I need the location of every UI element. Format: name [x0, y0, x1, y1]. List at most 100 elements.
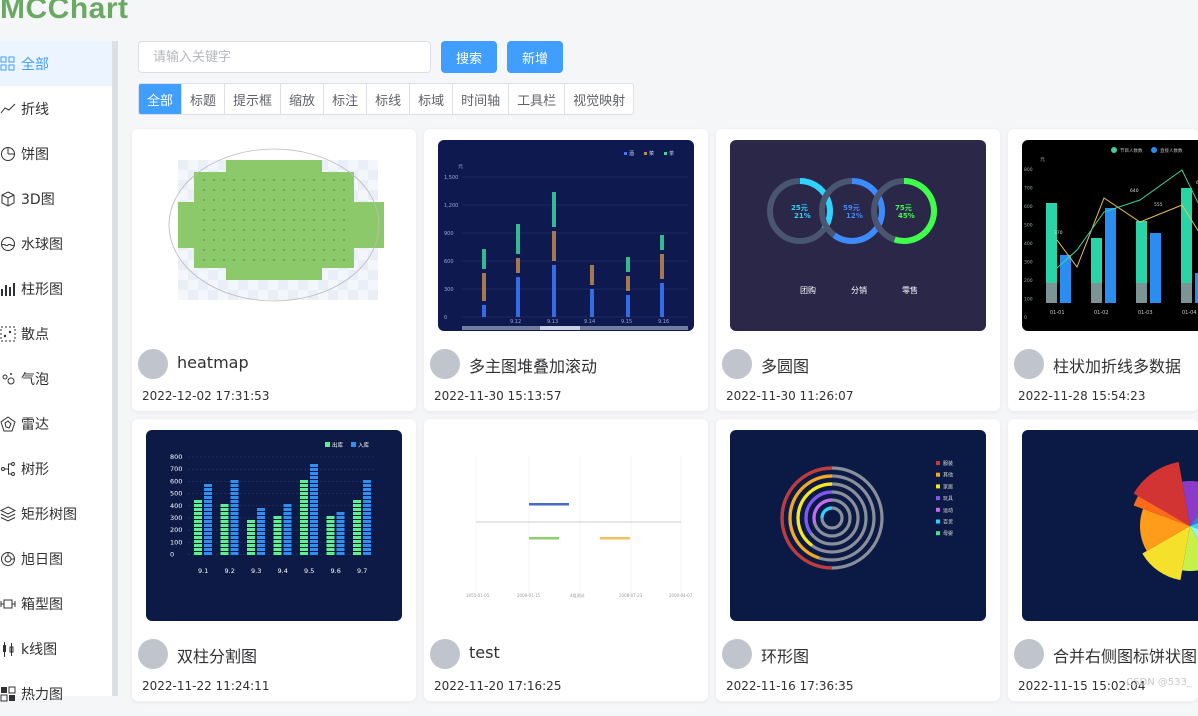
main-area: 搜索 新增 全部标题提示框缩放标注标线标域时间轴工具栏视觉映射 heatmap2… [130, 41, 1198, 696]
tab-5[interactable]: 标线 [366, 84, 409, 114]
x-tick: 9.3 [251, 567, 261, 575]
sidebar-item-8[interactable]: 雷达 [0, 401, 112, 446]
liquid-ball-icon [0, 236, 16, 252]
sidebar-item-7[interactable]: 气泡 [0, 356, 112, 401]
ring-percent: 21% [794, 212, 811, 220]
x-tick: 2000-04-07 [669, 593, 693, 598]
ring-value: 75元 [895, 204, 912, 212]
avatar [138, 639, 168, 669]
x-tick: 01-03 [1138, 310, 1153, 316]
thumb-text: 400 [1024, 241, 1033, 247]
y-tick: 100 [170, 538, 182, 546]
thumb-text: 600 [444, 259, 454, 265]
thumb-text: 元 [458, 164, 463, 170]
thumb-text: 600 [1024, 204, 1033, 210]
watermark: CSDN @533_ [1126, 677, 1192, 688]
tab-2[interactable]: 提示框 [224, 84, 280, 114]
thumbnail-svg: 1955-01-052009-01-154组测试2008-07-232000-0… [438, 430, 694, 621]
tab-7[interactable]: 时间轴 [452, 84, 508, 114]
thumbnail-svg [1022, 430, 1198, 621]
x-tick: 9.15 [621, 319, 632, 325]
x-tick: 4组测试 [570, 592, 585, 598]
avatar [722, 639, 752, 669]
ring-label: 零售 [902, 285, 918, 295]
chart-card[interactable]: 元800700600500400300200100037064055560001… [1008, 129, 1198, 411]
tab-3[interactable]: 缩放 [280, 84, 323, 114]
sidebar-item-0[interactable]: 全部 [0, 41, 112, 86]
thumb-text: 200 [1024, 278, 1033, 284]
tab-4[interactable]: 标注 [323, 84, 366, 114]
sidebar-item-4[interactable]: 水球图 [0, 221, 112, 266]
chart-card[interactable]: 1955-01-052009-01-154组测试2008-07-232000-0… [424, 419, 708, 701]
tab-9[interactable]: 视觉映射 [564, 84, 633, 114]
thumb-text: 900 [444, 231, 454, 237]
chart-thumbnail[interactable]: 1955-01-052009-01-154组测试2008-07-232000-0… [438, 430, 694, 621]
legend-label: 出库 [332, 441, 344, 449]
ring-label: 分销 [851, 285, 867, 295]
chart-thumbnail[interactable]: 元800700600500400300200100037064055560001… [1022, 140, 1198, 331]
card-date: 2022-11-30 11:26:07 [726, 389, 853, 403]
chart-thumbnail[interactable]: 元1,5001,20090060030009.129.139.149.159.1… [438, 140, 694, 331]
chart-thumbnail[interactable] [1022, 430, 1198, 621]
thumb-text: 100 [1024, 297, 1033, 303]
thumbnail-svg: 服装其他家居玩具运动百货母婴 [730, 430, 986, 621]
card-date: 2022-11-28 15:54:23 [1018, 389, 1145, 403]
y-tick: 500 [170, 490, 182, 498]
chart-thumbnail[interactable]: 25元21%59元12%75元45%团购分销零售 [730, 140, 986, 331]
sidebar-item-1[interactable]: 折线 [0, 86, 112, 131]
sidebar-item-11[interactable]: 旭日图 [0, 536, 112, 581]
sidebar-item-9[interactable]: 树形 [0, 446, 112, 491]
search-input[interactable] [138, 41, 431, 73]
card-date: 2022-11-16 17:36:35 [726, 679, 853, 693]
x-tick: 9.4 [278, 567, 288, 575]
grid-icon [0, 56, 16, 72]
sidebar-item-6[interactable]: 散点 [0, 311, 112, 356]
sidebar-item-label: 散点 [21, 324, 49, 344]
search-button[interactable]: 搜索 [441, 41, 497, 73]
chart-thumbnail[interactable]: 80070060050040030020010009.19.29.39.49.5… [146, 430, 402, 621]
card-title: 双柱分割图 [177, 643, 257, 667]
y-tick: 700 [170, 465, 182, 473]
tab-6[interactable]: 标域 [409, 84, 452, 114]
tab-8[interactable]: 工具栏 [508, 84, 564, 114]
chart-card[interactable]: 元1,5001,20090060030009.129.139.149.159.1… [424, 129, 708, 411]
card-title: 柱状加折线多数据 [1053, 353, 1181, 377]
chart-thumbnail[interactable] [146, 140, 402, 331]
legend-label: 菜 [649, 150, 654, 157]
sidebar-item-label: 热力图 [21, 684, 63, 704]
chart-card[interactable]: 80070060050040030020010009.19.29.39.49.5… [132, 419, 416, 701]
chart-card[interactable]: heatmap2022-12-02 17:31:53 [132, 129, 416, 411]
sidebar-item-12[interactable]: 箱型图 [0, 581, 112, 626]
chart-card[interactable]: 服装其他家居玩具运动百货母婴环形图2022-11-16 17:36:35 [716, 419, 1000, 701]
chart-card[interactable]: 25元21%59元12%75元45%团购分销零售多圆图2022-11-30 11… [716, 129, 1000, 411]
chart-card[interactable]: 合并右侧图标饼状图2022-11-15 15:02:04 [1008, 419, 1198, 701]
chart-thumbnail[interactable]: 服装其他家居玩具运动百货母婴 [730, 430, 986, 621]
sidebar-item-14[interactable]: 热力图 [0, 671, 112, 716]
add-button[interactable]: 新增 [507, 41, 563, 73]
x-tick: 9.16 [658, 319, 669, 325]
avatar [1014, 639, 1044, 669]
sidebar-item-label: 树形 [21, 459, 49, 479]
sidebar-item-10[interactable]: 矩形树图 [0, 491, 112, 536]
sidebar-item-2[interactable]: 饼图 [0, 131, 112, 176]
thumb-text: 500 [1024, 223, 1033, 229]
y-tick: 200 [170, 526, 182, 534]
legend-label: 节目人数数 [1120, 147, 1143, 154]
legend-label: 服装 [943, 460, 953, 467]
card-date: 2022-12-02 17:31:53 [142, 389, 269, 403]
card-date: 2022-11-30 15:13:57 [434, 389, 561, 403]
sidebar-scrollbar[interactable] [112, 41, 118, 696]
candlestick-icon [0, 641, 16, 657]
legend-label: 玩具 [943, 496, 953, 502]
x-tick: 9.14 [584, 319, 595, 325]
point-label: 370 [1054, 230, 1063, 236]
tab-1[interactable]: 标题 [181, 84, 224, 114]
tab-0[interactable]: 全部 [139, 84, 181, 114]
sidebar-item-label: 折线 [21, 99, 49, 119]
sidebar-item-3[interactable]: 3D图 [0, 176, 112, 221]
x-tick: 9.12 [510, 319, 521, 325]
sidebar-item-13[interactable]: k线图 [0, 626, 112, 671]
sidebar-item-5[interactable]: 柱形图 [0, 266, 112, 311]
x-tick: 1955-01-05 [466, 593, 490, 598]
y-tick: 800 [170, 453, 182, 461]
